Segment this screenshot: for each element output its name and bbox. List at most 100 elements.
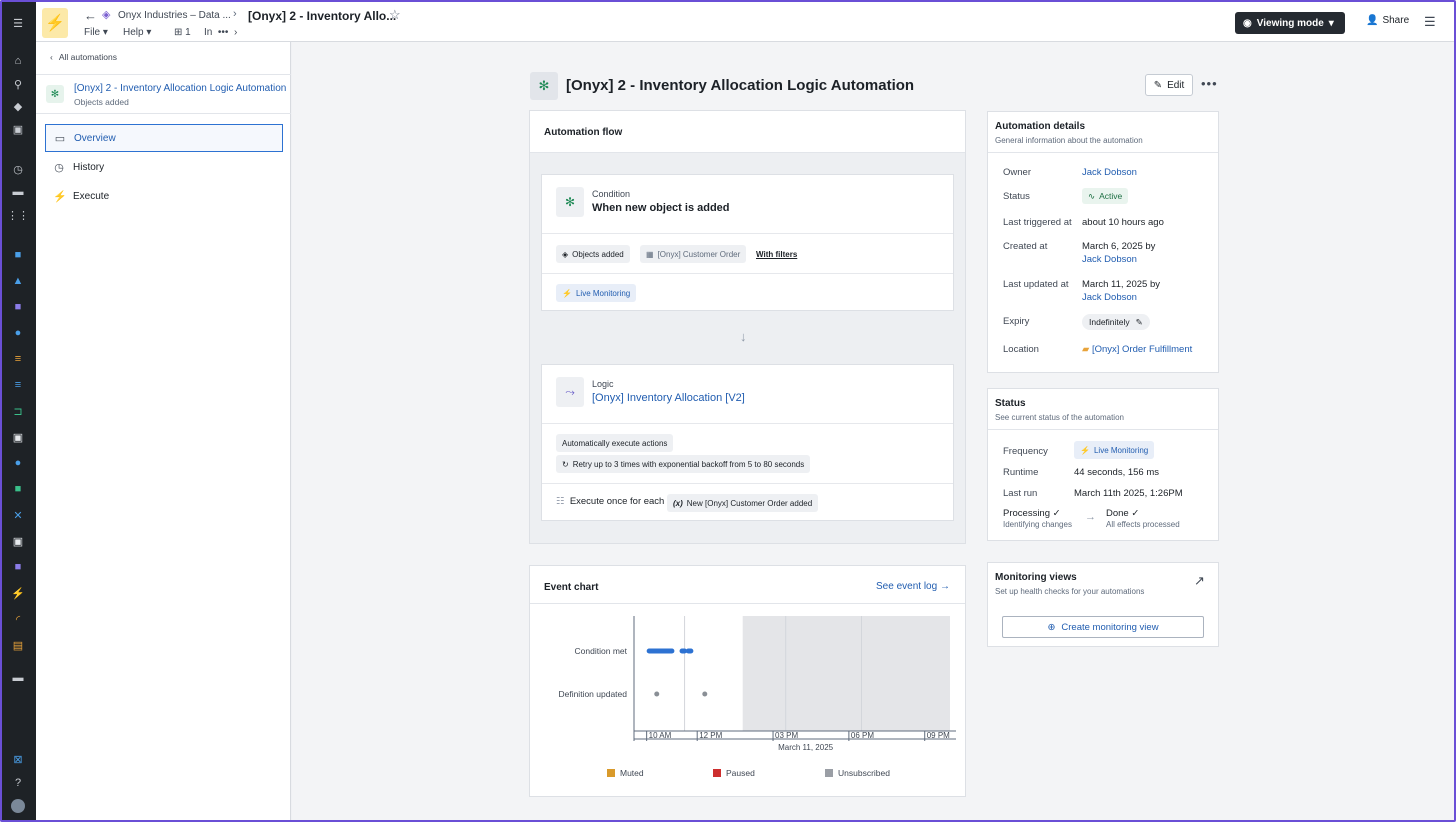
- app-icon-10[interactable]: ■: [11, 482, 25, 496]
- check-icon: ✓: [1131, 508, 1140, 519]
- app-icon-5[interactable]: ≡: [11, 352, 25, 366]
- object-type-tag[interactable]: ▦ [Onyx] Customer Order: [640, 245, 747, 263]
- sidebar-item-overview[interactable]: ▭ Overview: [45, 124, 283, 152]
- location-in[interactable]: In ••• ›: [204, 27, 237, 38]
- app-icon-12[interactable]: ▣: [11, 534, 25, 548]
- condition-card[interactable]: ✻ Condition When new object is added ◈ Ob…: [541, 174, 954, 311]
- avatar[interactable]: [11, 799, 25, 813]
- details-title: Automation details: [995, 121, 1086, 132]
- status-subtitle: See current status of the automation: [995, 413, 1124, 422]
- edit-button[interactable]: ✎ Edit: [1145, 74, 1193, 96]
- definition-updated-point: [702, 691, 708, 697]
- created-by-link[interactable]: Jack Dobson: [1082, 254, 1137, 265]
- automation-name: [Onyx] 2 - Inventory Allocation Logic Au…: [74, 83, 287, 94]
- sidebar-item-history[interactable]: ◷ History: [45, 153, 283, 181]
- folder-icon[interactable]: ▬: [11, 185, 25, 199]
- done-step: Done ✓: [1106, 508, 1140, 519]
- menu-icon[interactable]: ☰: [11, 16, 25, 30]
- search-icon[interactable]: ⚲: [11, 77, 25, 91]
- app-icon-3[interactable]: ■: [11, 300, 25, 314]
- legend-muted: Muted: [607, 768, 644, 778]
- see-event-log-link[interactable]: See event log →: [876, 581, 950, 592]
- app-icon-15[interactable]: ◜: [11, 612, 25, 626]
- sidebar-item-label: History: [73, 161, 105, 173]
- menu-file[interactable]: File ▾: [84, 27, 108, 38]
- app-icon-13[interactable]: ■: [11, 560, 25, 574]
- page-title: [Onyx] 2 - Inventory Allocation Logic Au…: [566, 77, 915, 94]
- condition-monitoring-row: ⚡ Live Monitoring: [542, 273, 953, 311]
- automation-details-card: Automation details General information a…: [987, 111, 1219, 373]
- monitoring-subtitle: Set up health checks for your automation…: [995, 587, 1145, 596]
- app-icon-8[interactable]: ▣: [11, 430, 25, 444]
- database-icon[interactable]: ▤: [11, 638, 25, 652]
- resource-title[interactable]: [Onyx] 2 - Inventory Allo...: [248, 9, 396, 23]
- condition-icon: ✻: [556, 187, 584, 217]
- app-icon-1[interactable]: ■: [11, 248, 25, 262]
- last-run-value: March 11th 2025, 1:26PM: [1074, 488, 1183, 499]
- divider: [988, 152, 1218, 153]
- breadcrumb[interactable]: Onyx Industries – Data ...: [118, 10, 231, 21]
- open-external-icon[interactable]: ↗: [1194, 573, 1205, 589]
- expiry-pill[interactable]: Indefinitely ✎: [1082, 314, 1150, 330]
- monitoring-views-card: Monitoring views Set up health checks fo…: [987, 562, 1219, 647]
- back-arrow-icon[interactable]: ←: [84, 8, 97, 23]
- with-filters-link[interactable]: With filters: [750, 245, 803, 263]
- app-icon-9[interactable]: ●: [11, 456, 25, 470]
- app-icon-6[interactable]: ≡: [11, 378, 25, 392]
- owner-link[interactable]: Jack Dobson: [1082, 167, 1137, 178]
- details-subtitle: General information about the automation: [995, 136, 1143, 145]
- lightning-icon: ⚡: [1080, 445, 1090, 455]
- app-icon-11[interactable]: ✕: [11, 508, 25, 522]
- apps-grid-icon[interactable]: ⋮⋮: [7, 208, 29, 222]
- app-icon-7[interactable]: ⊐: [11, 404, 25, 418]
- more-options-icon[interactable]: •••: [1201, 76, 1218, 91]
- home-icon[interactable]: ⌂: [11, 54, 25, 68]
- created-key: Created at: [1003, 241, 1048, 252]
- star-icon[interactable]: ☆: [389, 7, 401, 23]
- sidebar: ‹ All automations ✻ [Onyx] 2 - Inventory…: [36, 42, 291, 820]
- auto-execute-tag: Automatically execute actions: [556, 434, 674, 452]
- updated-value: March 11, 2025 by: [1082, 279, 1160, 290]
- location-link[interactable]: ▰ [Onyx] Order Fulfillment: [1082, 344, 1192, 355]
- updated-by-link[interactable]: Jack Dobson: [1082, 292, 1137, 303]
- viewing-mode-label: Viewing mode: [1256, 17, 1324, 29]
- logic-label: Logic: [592, 379, 614, 389]
- retry-tag: ↻ Retry up to 3 times with exponential ba…: [556, 455, 811, 473]
- execute-once-label: ☷ Execute once for each: [556, 496, 665, 507]
- sidebar-item-label: Overview: [74, 132, 116, 144]
- monitoring-title: Monitoring views: [995, 572, 1077, 583]
- pencil-icon: ✎: [1153, 79, 1163, 91]
- sidebar-item-execute[interactable]: ⚡ Execute: [45, 182, 283, 210]
- all-automations-link[interactable]: ‹ All automations: [50, 52, 117, 62]
- event-chart-card: Event chart See event log → Condition me…: [529, 565, 966, 797]
- menu-help[interactable]: Help ▾: [123, 27, 151, 38]
- edit-label: Edit: [1167, 79, 1185, 91]
- app-icon-4[interactable]: ●: [11, 326, 25, 340]
- logic-title[interactable]: [Onyx] Inventory Allocation [V2]: [592, 392, 745, 404]
- inbox-icon[interactable]: ▣: [11, 122, 25, 136]
- automate-icon[interactable]: ⚡: [11, 586, 25, 600]
- last-triggered-key: Last triggered at: [1003, 217, 1072, 228]
- all-automations-label: All automations: [58, 52, 117, 62]
- create-monitoring-view-button[interactable]: ⊕ Create monitoring view: [1002, 616, 1204, 638]
- branch-indicator[interactable]: ⊞ 1: [174, 27, 191, 38]
- automation-sub: Objects added: [74, 97, 129, 107]
- logic-actions-row: Automatically execute actions ↻ Retry up …: [542, 423, 953, 483]
- frequency-key: Frequency: [1003, 446, 1048, 457]
- history-icon[interactable]: ◷: [11, 162, 25, 176]
- owner-key: Owner: [1003, 167, 1031, 178]
- viewing-mode-button[interactable]: ◉ Viewing mode ▾: [1235, 12, 1345, 34]
- properties-list-icon[interactable]: ☰: [1424, 14, 1436, 30]
- app-icon-17[interactable]: ⊠: [11, 752, 25, 766]
- app-icon-2[interactable]: ▲: [11, 274, 25, 288]
- processing-step: Processing ✓: [1003, 508, 1061, 519]
- automation-flow-card: Automation flow ✻ Condition When new obj…: [529, 110, 966, 544]
- files-icon[interactable]: ▬: [11, 671, 25, 685]
- ontology-icon: ◈: [102, 9, 111, 21]
- location-key: Location: [1003, 344, 1039, 355]
- help-icon[interactable]: ?: [11, 776, 25, 790]
- condition-title: When new object is added: [592, 202, 730, 214]
- notifications-icon[interactable]: ◆: [11, 99, 25, 113]
- share-button[interactable]: 👤 Share: [1366, 15, 1409, 26]
- logic-card[interactable]: ⤳ Logic [Onyx] Inventory Allocation [V2]…: [541, 364, 954, 521]
